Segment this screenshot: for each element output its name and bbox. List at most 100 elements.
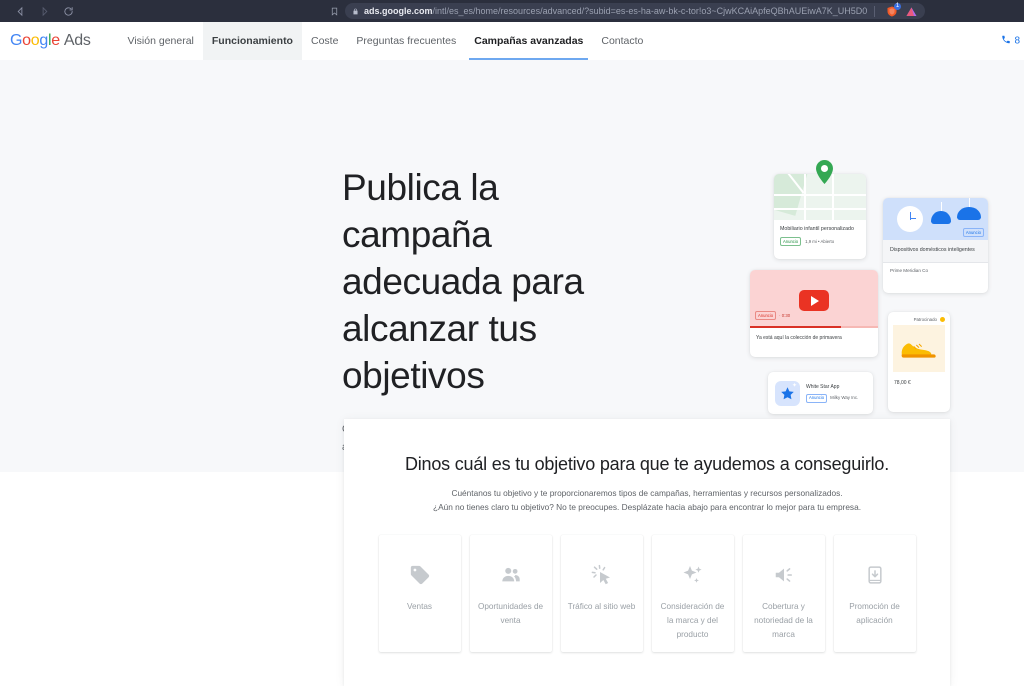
nav-item-vision-general[interactable]: Visión general	[119, 22, 203, 60]
map-pin-icon	[816, 160, 833, 184]
local-ad-meta: Anuncio 1,9 mi • Abierto	[780, 237, 860, 246]
mobile-download-icon	[865, 561, 885, 589]
header-phone-link[interactable]: 8	[1001, 35, 1020, 48]
goal-card-oportunidades-de-venta[interactable]: Oportunidades de venta	[469, 535, 552, 652]
address-bar[interactable]: ads.google.com/intl/es_es/home/resources…	[345, 2, 925, 19]
devices-ad-title: Dispositivos domésticos inteligentes	[890, 247, 975, 253]
video-progress-bar[interactable]	[750, 326, 878, 328]
goal-label-consideracion: Consideración de la marca y del producto	[660, 602, 725, 639]
nav-item-preguntas-frecuentes[interactable]: Preguntas frecuentes	[347, 22, 465, 60]
sponsored-label: Patrocinado	[913, 317, 937, 322]
cursor-click-icon	[590, 561, 614, 589]
map-road-v1	[804, 174, 806, 220]
goals-panel-subtitle: Cuéntanos tu objetivo y te proporcionare…	[344, 486, 950, 514]
sparkle-icon	[681, 561, 705, 589]
ad-preview-card-video: Anuncio · 0:30 Ya está aquí la colección…	[750, 270, 878, 357]
goals-subtitle-line-2: ¿Aún no tienes claro tu objetivo? No te …	[433, 502, 861, 512]
logo-letter-o1: o	[22, 32, 31, 49]
map-card-body: Mobiliario infantil personalizado Anunci…	[774, 220, 866, 246]
phone-icon	[1001, 35, 1011, 48]
app-meta-row: Anuncio Milky Way Inc.	[806, 393, 859, 403]
devices-thumbnail: Anuncio	[883, 198, 988, 240]
clock-hand-hour	[910, 218, 916, 219]
app-plus-badge: ✦	[791, 382, 797, 389]
star-app-icon: ✦	[775, 380, 800, 406]
ad-preview-card-shopping: Patrocinado 78,00 €	[888, 312, 950, 412]
goal-card-cobertura-notoriedad[interactable]: Cobertura y notoriedad de la marca	[742, 535, 825, 652]
goals-panel-title: Dinos cuál es tu objetivo para que te ay…	[404, 454, 890, 474]
google-ads-logo[interactable]: Google Ads	[10, 32, 91, 50]
devices-brand-name: Prime Meridian Co	[890, 267, 929, 273]
url-host: ads.google.com	[364, 6, 433, 16]
pendant-lamp-icon-2	[957, 198, 981, 226]
people-icon	[499, 561, 523, 589]
tag-icon	[409, 561, 431, 589]
clock-icon	[897, 206, 923, 232]
phone-number: 8	[1014, 35, 1020, 47]
pendant-lamp-icon	[931, 202, 951, 226]
browser-toolbar: ads.google.com/intl/es_es/home/resources…	[0, 0, 1024, 22]
goal-card-ventas[interactable]: Ventas	[378, 535, 461, 652]
page-title: Publica la campaña adecuada para alcanza…	[342, 167, 584, 396]
app-name: White Star App	[806, 384, 840, 391]
goals-panel: Dinos cuál es tu objetivo para que te ay…	[344, 419, 950, 686]
ad-preview-card-devices: Anuncio Dispositivos domésticos intelige…	[883, 198, 988, 293]
devices-card-body: Dispositivos domésticos inteligentes	[883, 240, 988, 262]
back-arrow-icon[interactable]	[14, 5, 27, 18]
ad-chip-devices: Anuncio	[962, 228, 984, 237]
reload-icon[interactable]	[62, 5, 75, 18]
lock-icon	[352, 7, 359, 16]
ad-preview-card-app: ✦ White Star App Anuncio Milky Way Inc.	[768, 372, 873, 414]
video-progress-fill	[750, 326, 841, 328]
ad-preview-card-local: Mobiliario infantil personalizado Anunci…	[774, 174, 866, 259]
goal-card-consideracion-marca-producto[interactable]: Consideración de la marca y del producto	[651, 535, 734, 652]
info-dot-icon[interactable]	[940, 317, 945, 322]
prism-triangle-icon[interactable]	[905, 5, 918, 17]
ad-chip-video: Anuncio	[755, 311, 777, 320]
lamp-shade-2	[957, 207, 981, 220]
bookmark-icon[interactable]	[330, 6, 339, 17]
product-price: 78,00 €	[894, 380, 911, 386]
nav-item-coste[interactable]: Coste	[302, 22, 347, 60]
primary-nav: Visión general Funcionamiento Coste Preg…	[119, 22, 653, 60]
brave-shield-icon[interactable]: 1	[886, 2, 901, 18]
extension-icons: 1	[882, 2, 918, 18]
forward-arrow-icon[interactable]	[38, 5, 51, 18]
goal-label-cobertura: Cobertura y notoriedad de la marca	[754, 602, 813, 639]
youtube-play-icon[interactable]	[799, 290, 829, 311]
video-duration: · 0:30	[779, 313, 791, 318]
nav-item-funcionamiento[interactable]: Funcionamiento	[202, 22, 302, 60]
goal-label-promocion: Promoción de aplicación	[849, 602, 900, 625]
map-road-h2	[774, 208, 866, 210]
goals-subtitle-line-1: Cuéntanos tu objetivo y te proporcionare…	[451, 488, 843, 498]
site-header: Google Ads Visión general Funcionamiento…	[0, 22, 1024, 60]
goal-card-trafico-al-sitio-web[interactable]: Tráfico al sitio web	[560, 535, 643, 652]
logo-letter-g2: g	[39, 32, 48, 49]
video-ad-meta: Anuncio · 0:30	[755, 311, 790, 320]
ad-chip-local: Anuncio	[780, 237, 802, 246]
hero-section: Publica la campaña adecuada para alcanza…	[0, 60, 1024, 472]
local-ad-title: Mobiliario infantil personalizado	[780, 226, 854, 232]
sneaker-icon	[893, 325, 945, 372]
app-developer: Milky Way Inc.	[830, 395, 859, 401]
nav-item-contacto[interactable]: Contacto	[592, 22, 652, 60]
map-road-h1	[774, 194, 866, 196]
goal-card-grid: Ventas Oportunidades de venta Tráfico al…	[344, 535, 950, 652]
omnibox-area: ads.google.com/intl/es_es/home/resources…	[330, 2, 925, 19]
app-card-text: White Star App Anuncio Milky Way Inc.	[806, 383, 858, 403]
lamp-shade	[931, 211, 951, 224]
devices-card-footer: Prime Meridian Co	[883, 261, 988, 278]
hero-copy: Publica la campaña adecuada para alcanza…	[342, 164, 642, 457]
video-caption: Ya está aquí la colección de primavera	[756, 335, 842, 341]
video-thumbnail: Anuncio · 0:30	[750, 270, 878, 328]
url-path: /intl/es_es/home/resources/advanced/?sub…	[432, 6, 868, 16]
url-text: ads.google.com/intl/es_es/home/resources…	[364, 3, 867, 19]
nav-item-campanas-avanzadas[interactable]: Campañas avanzadas	[465, 22, 592, 60]
goal-label-oportunidades: Oportunidades de venta	[477, 602, 544, 625]
goal-label-trafico: Tráfico al sitio web	[567, 602, 636, 611]
logo-product-name: Ads	[63, 32, 91, 49]
ad-chip-app: Anuncio	[806, 393, 828, 403]
omnibox-divider	[874, 5, 875, 17]
goal-card-promocion-aplicacion[interactable]: Promoción de aplicación	[833, 535, 916, 652]
local-ad-distance: 1,9 mi • Abierto	[805, 239, 835, 244]
